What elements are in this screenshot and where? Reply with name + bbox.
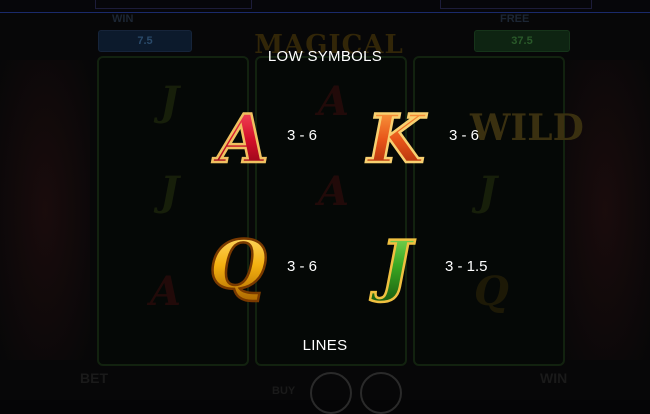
bet-label: BET [80, 370, 108, 386]
top-left-frame [95, 0, 252, 9]
left-meter-label: WIN [112, 13, 134, 25]
symbol-j-graphic: J [368, 225, 417, 306]
symbol-j-letter: J [369, 226, 415, 304]
symbol-q: Q [198, 222, 278, 306]
lines-heading: LINES [302, 337, 348, 354]
ghost-j-symbol: J [160, 78, 179, 125]
ghost-q-symbol: Q [474, 268, 509, 315]
autoplay-circle [360, 372, 402, 414]
symbol-j: J [356, 222, 436, 306]
payout-j: 3 - 1.5 [445, 258, 488, 275]
symbol-q-graphic: Q [208, 225, 268, 306]
symbol-k-graphic: K [364, 99, 429, 180]
symbol-a-letter: A [211, 100, 268, 178]
ghost-j-symbol: J [478, 168, 497, 215]
ghost-j-symbol: J [160, 168, 179, 215]
right-meter-label: FREE [500, 13, 530, 25]
symbol-k-letter: K [365, 100, 427, 178]
spin-circle [310, 372, 352, 414]
payout-a: 3 - 6 [287, 127, 318, 144]
right-glow [560, 60, 650, 360]
win-label: WIN [540, 370, 568, 386]
symbol-q-letter: Q [209, 226, 267, 304]
low-symbols-heading: LOW SYMBOLS [267, 48, 383, 65]
symbol-a: A [203, 96, 283, 180]
ghost-a-symbol: A [318, 168, 350, 215]
top-right-frame [440, 0, 592, 9]
buy-label: BUY [272, 385, 296, 397]
ghost-a-symbol: A [318, 78, 350, 125]
payout-k: 3 - 6 [449, 127, 480, 144]
payout-q: 3 - 6 [287, 258, 318, 275]
symbol-a-graphic: A [210, 99, 270, 180]
left-glow [0, 60, 90, 360]
symbol-k: K [356, 96, 436, 180]
ghost-wild-symbol: WILD [470, 107, 584, 149]
ghost-a-symbol: A [150, 268, 182, 315]
